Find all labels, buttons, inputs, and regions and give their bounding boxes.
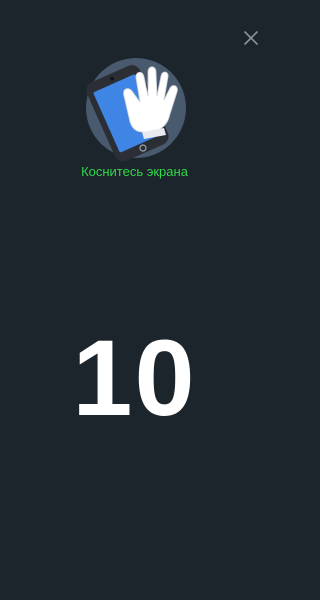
- close-button[interactable]: [240, 27, 262, 49]
- instruction-text: Коснитесь экрана: [81, 164, 188, 179]
- touch-screen-prompt[interactable]: Коснитесь экрана 10: [0, 0, 269, 600]
- touch-phone-hand-icon: [86, 58, 186, 162]
- touch-phone-hand-illustration: [78, 56, 190, 166]
- countdown-number: 10: [72, 317, 197, 438]
- close-icon: [244, 31, 258, 45]
